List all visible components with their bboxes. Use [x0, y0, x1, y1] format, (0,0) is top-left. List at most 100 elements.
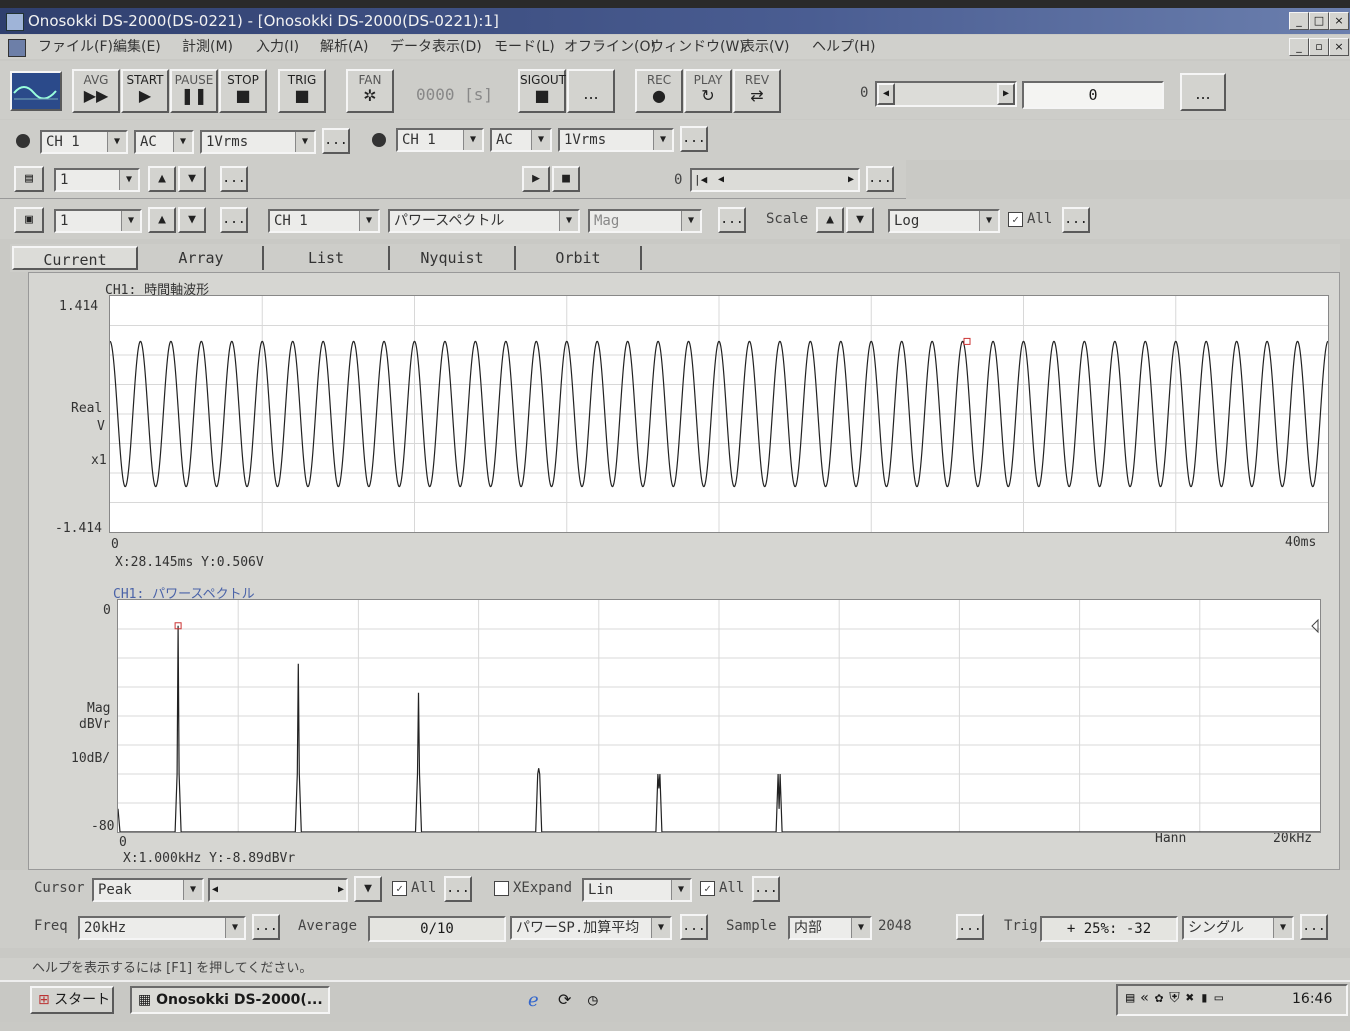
tray-icons[interactable]: ▤«✿⛨✖▮▭ — [1126, 990, 1229, 1006]
refresh-icon[interactable]: ⟳ — [558, 990, 571, 1009]
ie-icon[interactable]: ℯ — [528, 990, 539, 1011]
input-b-range-select[interactable]: 1Vrms ▼ — [558, 128, 674, 152]
menu-edit[interactable]: 編集(E) — [113, 35, 161, 59]
cursor-down-button[interactable]: ▼ — [354, 876, 382, 902]
menu-input[interactable]: 入力(I) — [256, 35, 299, 59]
input-b-more-button[interactable]: ... — [680, 126, 708, 152]
display-down-button[interactable]: ▼ — [178, 207, 206, 233]
time-waveform-plot[interactable] — [109, 295, 1329, 533]
play-button[interactable]: PLAY ↻ — [684, 69, 732, 113]
display-function-select[interactable]: パワースペクトル ▼ — [388, 209, 580, 233]
mdi-minimize-button[interactable]: _ — [1289, 38, 1309, 56]
maximize-button[interactable]: □ — [1309, 12, 1329, 30]
memory-up-button[interactable]: ▲ — [148, 166, 176, 192]
scale-up-button[interactable]: ▲ — [816, 207, 844, 233]
save-icon-button[interactable]: ▣ — [14, 207, 44, 233]
input-a-coupling-select[interactable]: AC ▼ — [134, 130, 194, 154]
cursor-mode-select[interactable]: Peak ▼ — [92, 878, 204, 902]
tab-list[interactable]: List — [264, 246, 390, 270]
tab-orbit[interactable]: Orbit — [516, 246, 642, 270]
menu-offline[interactable]: オフライン(O) — [564, 35, 656, 59]
cursor-more-button[interactable]: ... — [444, 876, 472, 902]
mode-more-button[interactable]: ... — [718, 207, 746, 233]
menu-view[interactable]: 表示(V) — [741, 35, 790, 59]
rec-button[interactable]: REC ● — [635, 69, 683, 113]
mdi-close-button[interactable]: × — [1329, 38, 1349, 56]
xexpand-checkbox[interactable]: XExpand — [494, 880, 572, 896]
menu-file[interactable]: ファイル(F) — [38, 35, 113, 59]
xexpand-all-checkbox[interactable]: ✓ All — [700, 880, 744, 896]
memory-number-select[interactable]: 1 ▼ — [54, 168, 140, 192]
menu-mode[interactable]: モード(L) — [494, 35, 555, 59]
slider-right-arrow[interactable]: ▶ — [848, 170, 854, 190]
avg-button[interactable]: AVG ▶▶ — [72, 69, 120, 113]
sigout-button[interactable]: SIGOUT ■ — [518, 69, 566, 113]
memory-more-button[interactable]: ... — [220, 166, 248, 192]
skip-start-icon[interactable]: |◀ — [694, 170, 707, 190]
minimize-button[interactable]: _ — [1289, 12, 1309, 30]
tab-array[interactable]: Array — [140, 246, 264, 270]
menu-analysis[interactable]: 解析(A) — [320, 35, 369, 59]
input-b-coupling-select[interactable]: AC ▼ — [490, 128, 552, 152]
slider-value-field[interactable]: 0 — [1022, 81, 1164, 109]
cursor-slider[interactable]: ◀ ▶ — [208, 878, 348, 902]
cursor-all-checkbox[interactable]: ✓ All — [392, 880, 436, 896]
slider-left-arrow[interactable]: ◀ — [718, 170, 724, 190]
taskbar-app-button[interactable]: ▦ Onosokki DS-2000(... — [130, 986, 330, 1014]
slider-left-arrow[interactable]: ◀ — [212, 880, 218, 900]
rev-button[interactable]: REV ⇄ — [733, 69, 781, 113]
memory-stop-button[interactable]: ■ — [552, 166, 580, 192]
sigout-more-button[interactable]: ... — [567, 69, 615, 113]
sample-more-button[interactable]: ... — [956, 914, 984, 940]
scale-more-button[interactable]: ... — [1062, 207, 1090, 233]
slider-right-arrow[interactable]: ▶ — [997, 83, 1015, 105]
trig-more-button[interactable]: ... — [1300, 914, 1328, 940]
input-a-more-button[interactable]: ... — [322, 128, 350, 154]
menu-help[interactable]: ヘルプ(H) — [812, 35, 875, 59]
pause-button[interactable]: PAUSE ❚❚ — [170, 69, 218, 113]
memory-slider-more-button[interactable]: ... — [866, 166, 894, 192]
trig-mode-select[interactable]: シングル ▼ — [1182, 916, 1294, 940]
memory-down-button[interactable]: ▼ — [178, 166, 206, 192]
scale-down-button[interactable]: ▼ — [846, 207, 874, 233]
start-menu-button[interactable]: ⊞ スタート — [30, 986, 114, 1014]
xexpand-more-button[interactable]: ... — [752, 876, 780, 902]
clock-app-icon[interactable]: ◷ — [588, 990, 598, 1009]
menu-measure[interactable]: 計測(M) — [182, 35, 233, 59]
display-number-select[interactable]: 1 ▼ — [54, 209, 142, 233]
mdi-restore-button[interactable]: ▫ — [1309, 38, 1329, 56]
power-spectrum-plot[interactable] — [117, 599, 1321, 833]
input-a-range-select[interactable]: 1Vrms ▼ — [200, 130, 316, 154]
memory-icon-button[interactable]: ▤ — [14, 166, 44, 192]
tab-nyquist[interactable]: Nyquist — [390, 246, 516, 270]
display-mode-select[interactable]: Mag ▼ — [588, 209, 702, 233]
average-mode-select[interactable]: パワーSP.加算平均 ▼ — [510, 916, 672, 940]
start-button[interactable]: START ▶ — [121, 69, 169, 113]
input-a-channel-select[interactable]: CH 1 ▼ — [40, 130, 128, 154]
slider-right-arrow[interactable]: ▶ — [338, 880, 344, 900]
xexpand-mode-select[interactable]: Lin ▼ — [582, 878, 692, 902]
stop-button[interactable]: STOP ■ — [219, 69, 267, 113]
doc-icon[interactable] — [8, 39, 26, 57]
display-channel-select[interactable]: CH 1 ▼ — [268, 209, 380, 233]
display-up-button[interactable]: ▲ — [148, 207, 176, 233]
freq-more-button[interactable]: ... — [252, 914, 280, 940]
menu-data-display[interactable]: データ表示(D) — [390, 35, 482, 59]
average-more-button[interactable]: ... — [680, 914, 708, 940]
sample-mode-select[interactable]: 内部 ▼ — [788, 916, 872, 940]
scale-type-select[interactable]: Log ▼ — [888, 209, 1000, 233]
tab-current[interactable]: Current — [12, 246, 138, 270]
slider-left-arrow[interactable]: ◀ — [877, 83, 895, 105]
memory-slider[interactable]: |◀ ◀ ▶ — [690, 168, 860, 192]
fan-button[interactable]: FAN ✲ — [346, 69, 394, 113]
slider-more-button[interactable]: ... — [1180, 73, 1226, 111]
display-more-button[interactable]: ... — [220, 207, 248, 233]
trig-button[interactable]: TRIG ■ — [278, 69, 326, 113]
playback-slider[interactable]: ◀ ▶ — [875, 81, 1017, 107]
close-button[interactable]: × — [1329, 12, 1349, 30]
scale-all-checkbox[interactable]: ✓ All — [1008, 211, 1052, 227]
menu-window[interactable]: ウィンドウ(W) — [650, 35, 745, 59]
freq-range-select[interactable]: 20kHz ▼ — [78, 916, 246, 940]
memory-play-button[interactable]: ▶ — [522, 166, 550, 192]
input-b-channel-select[interactable]: CH 1 ▼ — [396, 128, 484, 152]
